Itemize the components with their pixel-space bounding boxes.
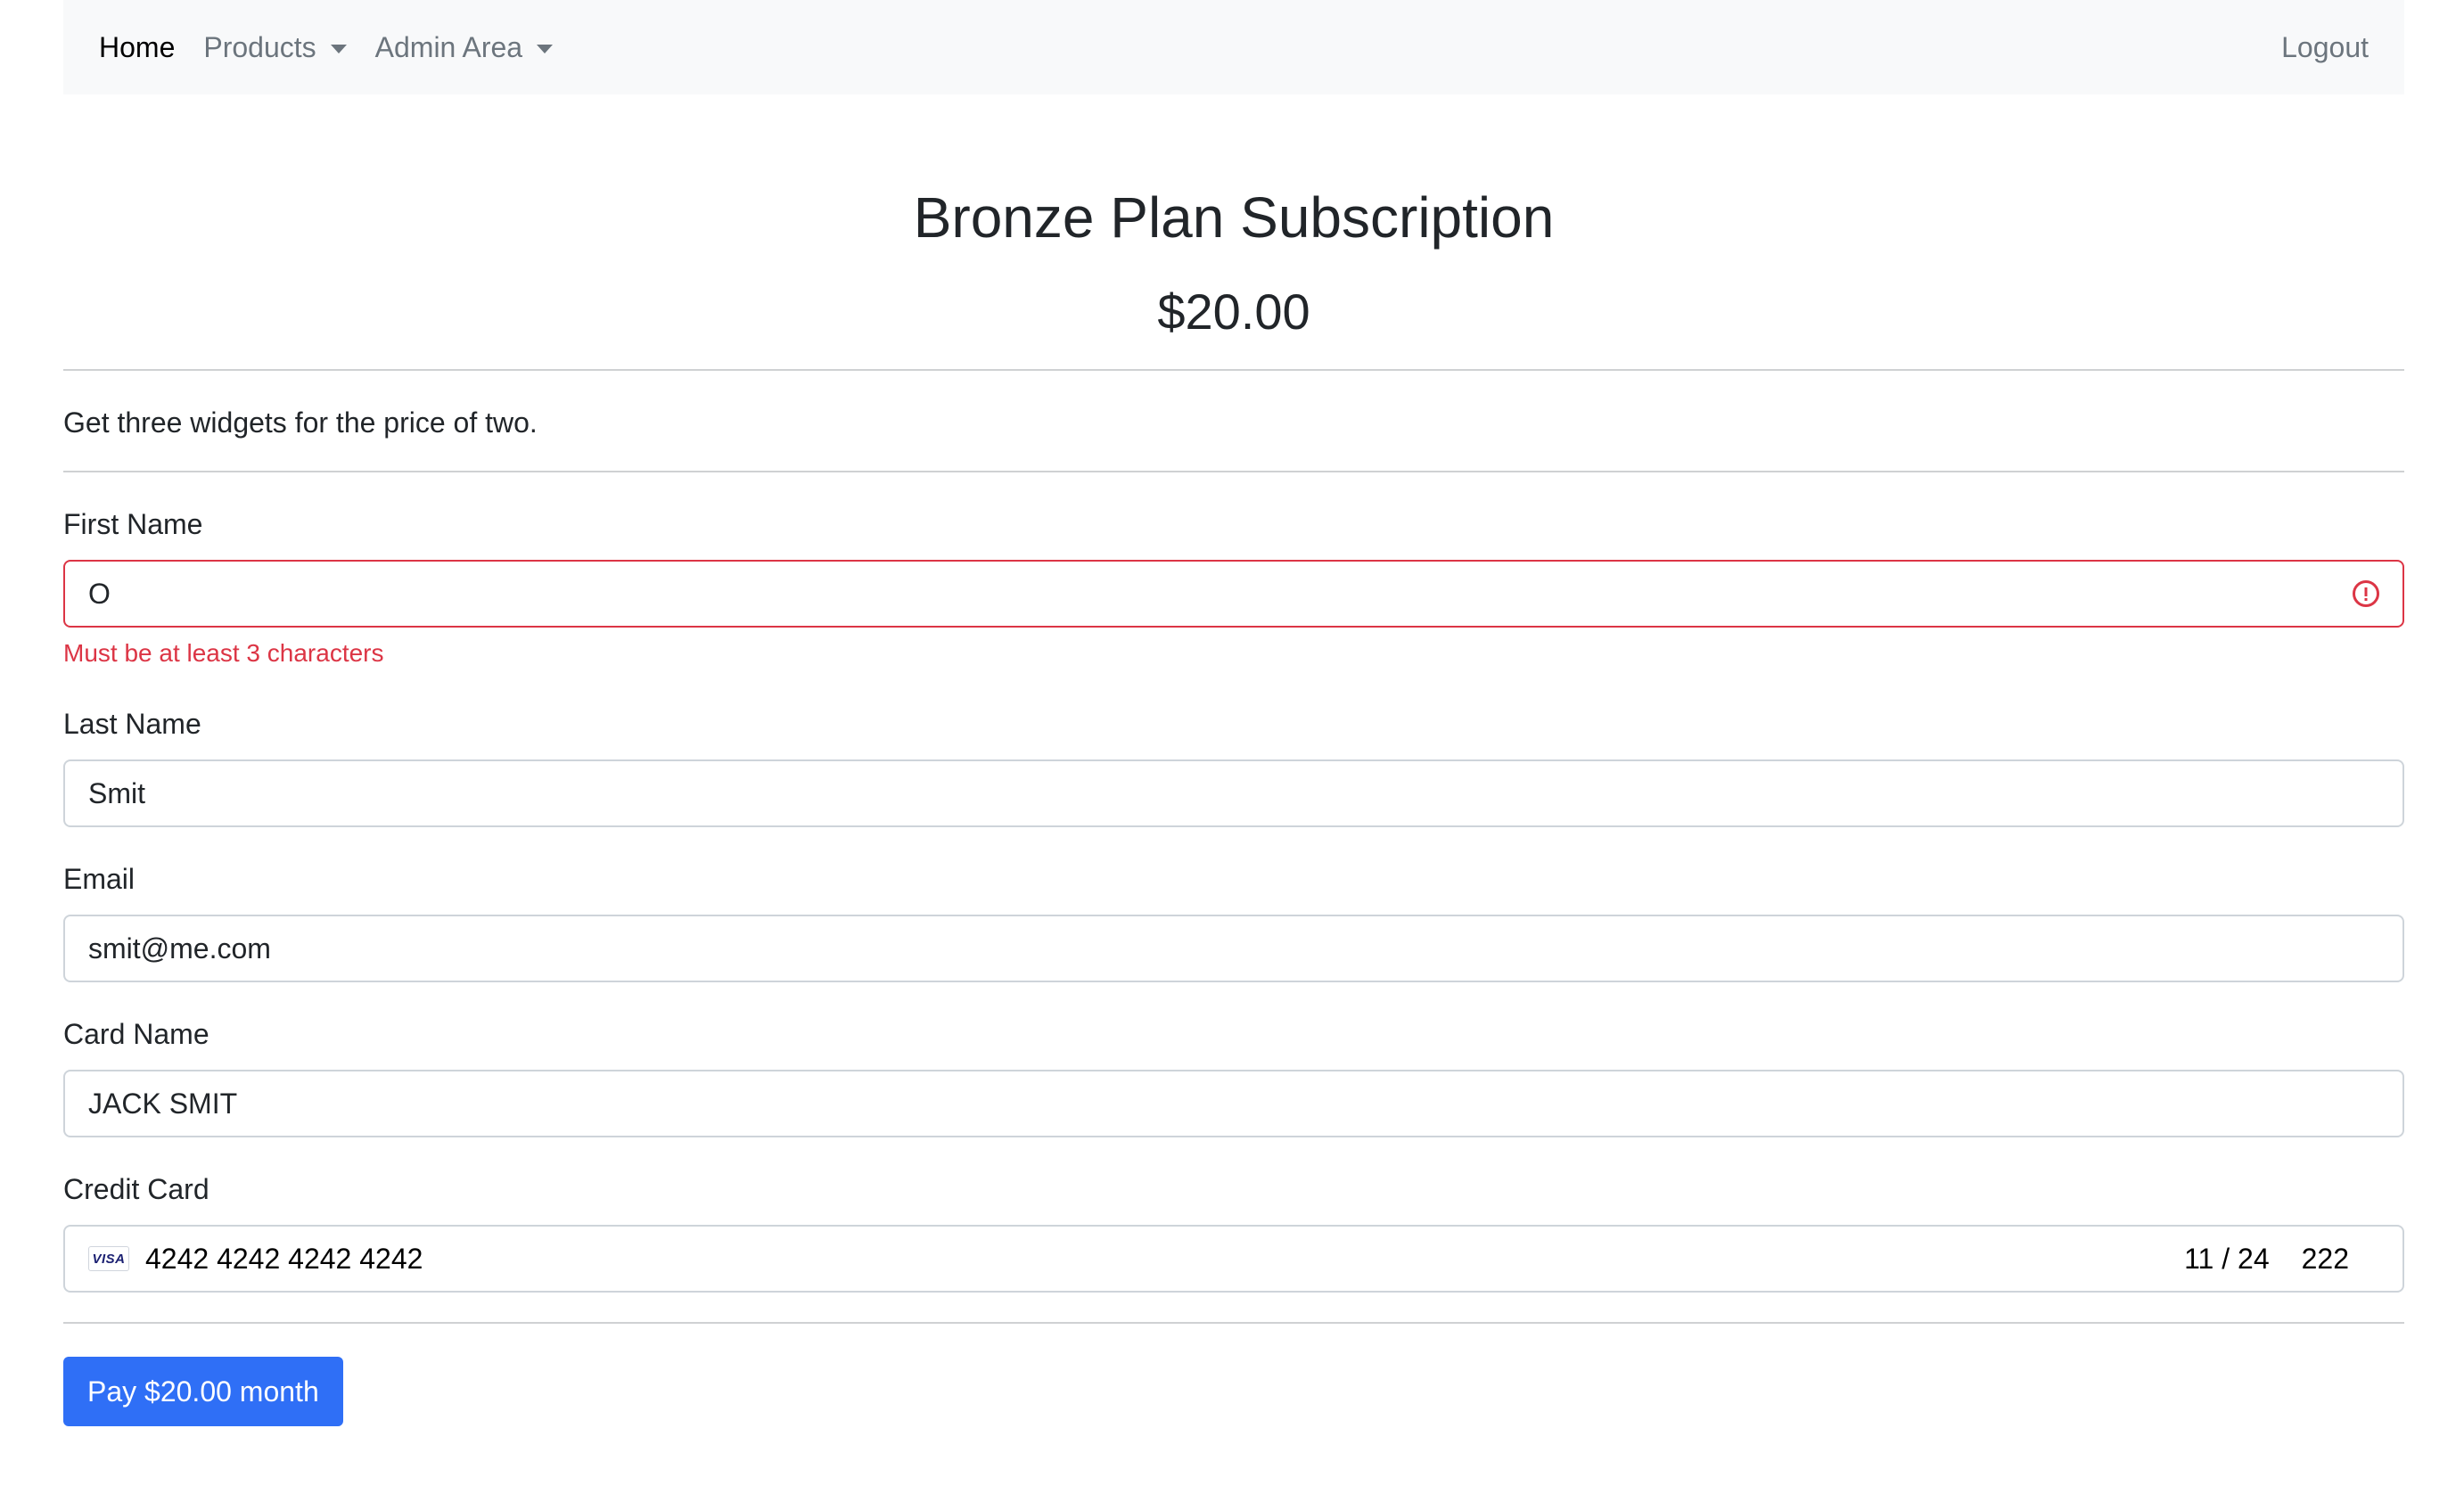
nav-admin-area-dropdown[interactable]: Admin Area — [374, 30, 554, 64]
divider — [63, 369, 2404, 371]
card-name-label: Card Name — [63, 1018, 209, 1050]
first-name-value: O — [88, 577, 111, 610]
email-label: Email — [63, 863, 136, 895]
last-name-value: Smit — [88, 776, 145, 809]
first-name-input[interactable]: O — [63, 560, 2404, 628]
credit-card-label: Credit Card — [63, 1173, 209, 1205]
product-description: Get three widgets for the price of two. — [63, 406, 538, 439]
nav-products-label: Products — [203, 30, 316, 63]
product-price: $20.00 — [1157, 283, 1310, 340]
navbar: Home Products Admin Area Logout — [63, 0, 2404, 94]
card-cvc-field[interactable]: 222 — [2302, 1243, 2349, 1276]
card-expiry-field[interactable]: 11 / 24 — [2184, 1243, 2269, 1276]
nav-admin-area-label: Admin Area — [374, 30, 523, 63]
divider — [63, 1322, 2404, 1324]
nav-products-dropdown[interactable]: Products — [203, 30, 347, 64]
last-name-label: Last Name — [63, 708, 201, 740]
nav-home-link[interactable]: Home — [99, 31, 175, 64]
last-name-input[interactable]: Smit — [63, 759, 2404, 827]
email-input[interactable]: smit@me.com — [63, 915, 2404, 982]
divider — [63, 471, 2404, 472]
card-name-value: JACK SMIT — [88, 1087, 238, 1120]
nav-left: Home Products Admin Area — [99, 31, 581, 64]
card-number-field[interactable]: 4242 4242 4242 4242 — [145, 1243, 2184, 1276]
caret-down-icon — [330, 45, 347, 53]
page-container: Home Products Admin Area Logout Bronze P… — [63, 0, 2404, 1426]
page-title: Bronze Plan Subscription — [913, 185, 1555, 250]
logout-link[interactable]: Logout — [2281, 31, 2369, 64]
caret-down-icon — [537, 45, 554, 53]
credit-card-input[interactable]: VISA 4242 4242 4242 4242 11 / 24 222 — [63, 1225, 2404, 1293]
pay-button[interactable]: Pay $20.00 month — [63, 1357, 343, 1426]
card-name-input[interactable]: JACK SMIT — [63, 1070, 2404, 1137]
visa-brand-text: VISA — [92, 1251, 126, 1267]
nav-home-label: Home — [99, 30, 176, 63]
email-value: smit@me.com — [88, 932, 271, 965]
first-name-label: First Name — [63, 508, 203, 540]
visa-card-icon: VISA — [88, 1246, 129, 1271]
first-name-error: Must be at least 3 characters — [63, 639, 384, 667]
error-exclamation-icon — [2353, 580, 2379, 607]
